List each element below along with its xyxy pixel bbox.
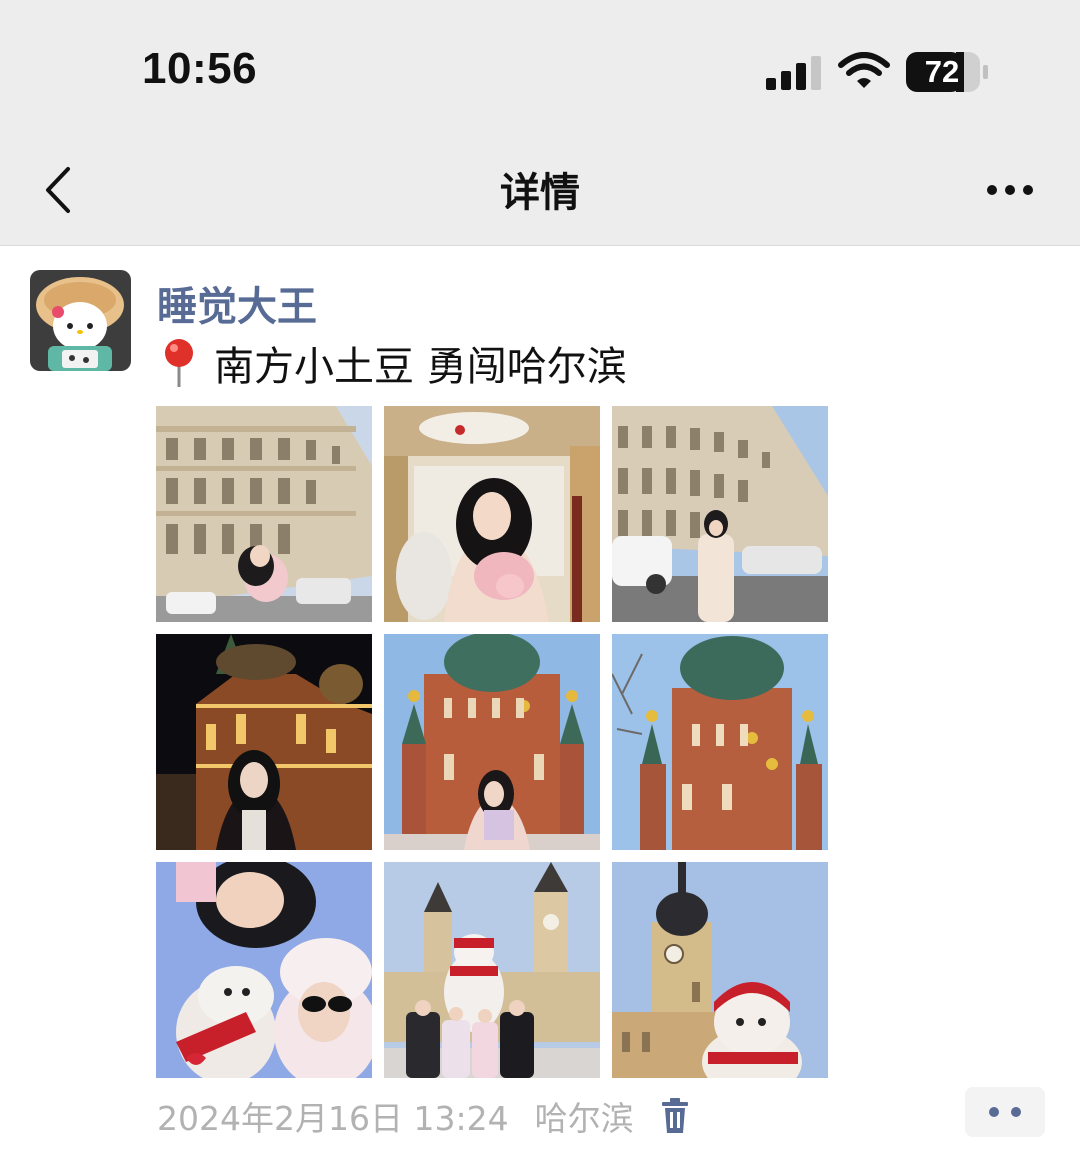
photo-7[interactable] <box>156 862 372 1078</box>
battery-level: 72 <box>924 54 960 89</box>
photo-2[interactable] <box>384 406 600 622</box>
page-title: 详情 <box>500 170 580 216</box>
photo-image <box>156 862 372 1078</box>
post-text: 南方小土豆 勇闯哈尔滨 <box>214 344 627 390</box>
post-location[interactable]: 哈尔滨 <box>535 1092 634 1140</box>
photo-grid <box>156 406 829 1079</box>
photo-1[interactable] <box>156 406 372 622</box>
photo-3[interactable] <box>612 406 828 622</box>
post-meta: 2024年2月16日 13:24 哈尔滨 <box>157 1092 690 1140</box>
post-content: 南方小土豆 勇闯哈尔滨 <box>160 334 627 392</box>
signal-icon <box>766 56 821 90</box>
author-avatar[interactable] <box>30 270 131 371</box>
author-name[interactable]: 睡觉大王 <box>157 274 317 332</box>
photo-8[interactable] <box>384 862 600 1078</box>
more-dots-icon <box>987 185 1033 195</box>
photo-9[interactable] <box>612 862 828 1078</box>
photo-image <box>156 406 372 622</box>
like-comment-button[interactable] <box>965 1087 1045 1137</box>
photo-image <box>156 634 372 850</box>
photo-image <box>384 406 600 622</box>
photo-image <box>612 634 828 850</box>
more-options-button[interactable] <box>980 170 1040 210</box>
wifi-icon <box>838 52 890 88</box>
hello-kitty-avatar <box>30 270 131 371</box>
photo-image <box>384 634 600 850</box>
trash-icon[interactable] <box>660 1098 690 1134</box>
post-date: 2024年2月16日 13:24 <box>157 1099 509 1138</box>
photo-6[interactable] <box>612 634 828 850</box>
two-dots-icon <box>989 1107 1021 1117</box>
status-time: 10:56 <box>142 44 258 93</box>
photo-4[interactable] <box>156 634 372 850</box>
photo-5[interactable] <box>384 634 600 850</box>
moments-detail-screen: 10:56 72 详情 睡觉大王 南方小土豆 勇闯哈尔滨 2024年2月16日 … <box>0 0 1080 1150</box>
red-pin-icon <box>165 339 193 387</box>
photo-image <box>612 862 828 1078</box>
photo-image <box>612 406 828 622</box>
photo-image <box>384 862 600 1078</box>
